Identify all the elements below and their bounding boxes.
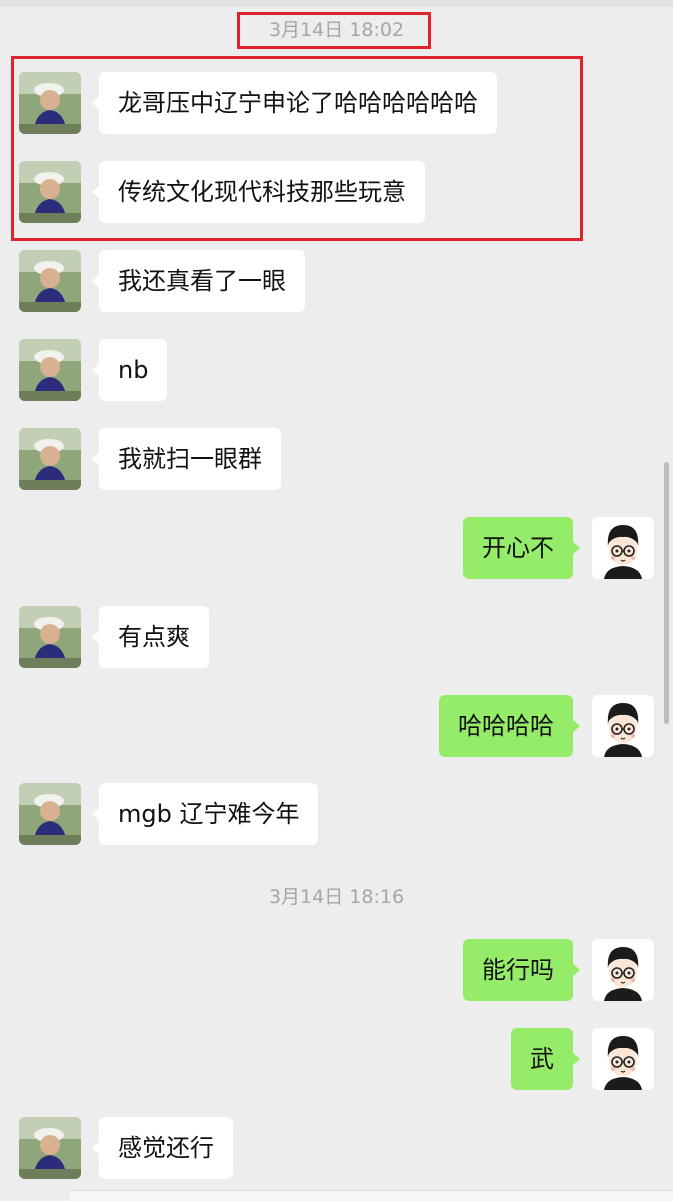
timestamp: 3月14日 18:16 [268,886,405,908]
message-bubble-incoming[interactable]: 我就扫一眼群 [92,428,281,490]
message-bubble-incoming[interactable]: 感觉还行 [92,1117,233,1179]
contact-avatar-icon[interactable] [19,339,81,401]
contact-avatar-icon[interactable] [19,428,81,490]
self-avatar-icon[interactable] [592,939,654,1001]
message-bubble-incoming[interactable]: 有点爽 [92,606,209,668]
message-bubble-incoming[interactable]: 我还真看了一眼 [92,250,305,312]
contact-avatar-icon[interactable] [19,1117,81,1179]
message-bubble-outgoing[interactable]: 能行吗 [463,939,580,1001]
self-avatar-icon[interactable] [592,1028,654,1090]
highlight-box-timestamp [237,12,431,49]
scrollbar[interactable] [664,462,669,724]
message-bubble-incoming[interactable]: mgb 辽宁难今年 [91,783,319,845]
self-avatar-icon[interactable] [592,695,654,757]
self-avatar-icon[interactable] [592,517,654,579]
chat-area[interactable]: 3月14日 18:02 龙哥压中辽宁申论了哈哈哈哈哈哈 传统文化现代科技那些玩意… [0,0,673,1201]
message-bubble-outgoing[interactable]: 哈哈哈哈 [439,695,580,757]
contact-avatar-icon[interactable] [19,783,81,845]
contact-avatar-icon[interactable] [19,250,81,312]
message-bubble-outgoing[interactable]: 武 [511,1028,580,1090]
message-bubble-incoming[interactable]: nb [91,339,168,401]
message-bubble-outgoing[interactable]: 开心不 [463,517,580,579]
input-bar-edge [70,1190,673,1201]
highlight-box-messages [11,56,583,241]
top-divider [0,0,673,7]
contact-avatar-icon[interactable] [19,606,81,668]
